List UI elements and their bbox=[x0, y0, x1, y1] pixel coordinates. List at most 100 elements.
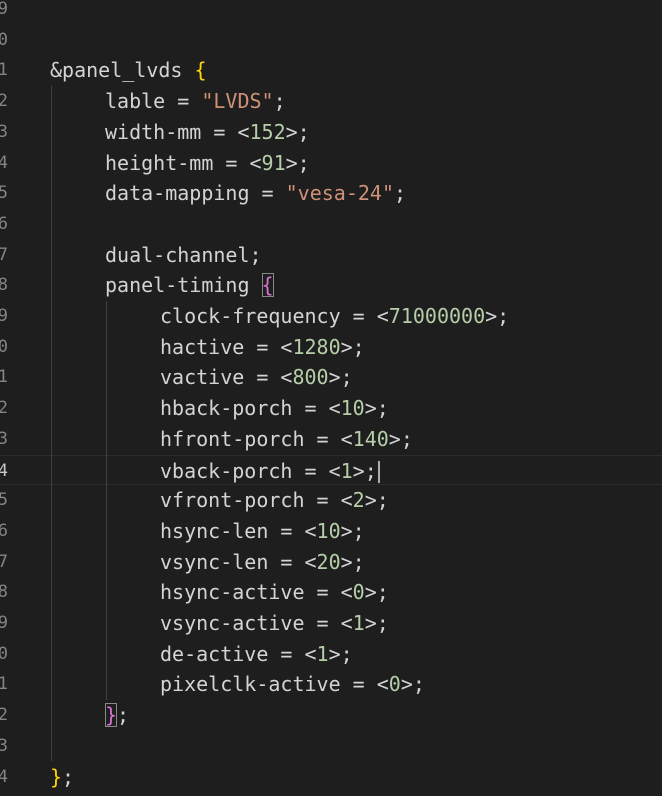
code-text: panel-timing { bbox=[105, 270, 274, 301]
code-token: 10 bbox=[340, 396, 365, 421]
code-token: hsync-active = < bbox=[160, 580, 353, 605]
code-token: 91 bbox=[261, 150, 286, 175]
code-text: pixelclk-active = <0>; bbox=[160, 669, 425, 700]
line-number: 6 bbox=[0, 520, 8, 541]
line-number: 8 bbox=[0, 582, 8, 603]
code-text: }; bbox=[50, 762, 74, 793]
code-token: >; bbox=[285, 150, 310, 175]
line-number: 3 bbox=[0, 428, 8, 449]
code-line[interactable]: 5 vfront-porch = <2>; bbox=[0, 485, 662, 516]
code-editor[interactable]: 9 0 1 &panel_lvds { 2 lable = "LVDS"; 3 width-m… bbox=[0, 0, 662, 796]
code-token: 20 bbox=[316, 549, 341, 574]
code-line[interactable]: 1 vactive = <800>; bbox=[0, 362, 662, 393]
code-token: ; bbox=[394, 181, 407, 206]
code-text: vsync-active = <1>; bbox=[160, 608, 389, 639]
code-token: >; bbox=[352, 458, 377, 483]
code-line[interactable]: 6 hsync-len = <10>; bbox=[0, 516, 662, 547]
code-token: 140 bbox=[352, 426, 389, 451]
code-token: 1 bbox=[352, 611, 365, 635]
code-token: >; bbox=[285, 119, 310, 144]
code-line[interactable]: 4}; bbox=[0, 762, 662, 793]
code-text: }; bbox=[105, 700, 129, 731]
code-line[interactable]: 1 pixelclk-active = <0>; bbox=[0, 669, 662, 700]
code-token: 152 bbox=[249, 119, 286, 144]
line-number: 0 bbox=[0, 336, 8, 357]
code-line[interactable]: 2}; bbox=[0, 700, 662, 731]
code-line[interactable]: 1 &panel_lvds { bbox=[0, 55, 662, 86]
code-token: vfront-porch = < bbox=[160, 488, 353, 513]
code-token: hsync-len = < bbox=[160, 518, 317, 543]
code-token: { bbox=[194, 58, 207, 83]
code-text: lable = "LVDS"; bbox=[105, 86, 286, 117]
code-token: height-mm = < bbox=[105, 150, 262, 175]
code-token: >; bbox=[340, 334, 365, 359]
line-number: 7 bbox=[0, 551, 8, 572]
code-line[interactable]: 5 data-mapping = "vesa-24"; bbox=[0, 178, 662, 209]
code-token: lable = bbox=[105, 89, 202, 114]
code-token: >; bbox=[328, 641, 353, 666]
code-text: dual-channel; bbox=[105, 240, 262, 271]
code-text: data-mapping = "vesa-24"; bbox=[105, 178, 406, 209]
code-line[interactable]: 2 hback-porch = <10>; bbox=[0, 393, 662, 424]
code-line[interactable]: 9 vsync-active = <1>; bbox=[0, 608, 662, 639]
line-number: 9 bbox=[0, 613, 8, 633]
code-token: panel-timing bbox=[105, 273, 262, 298]
code-text: hsync-active = <0>; bbox=[160, 577, 389, 608]
code-token: de-active = < bbox=[160, 641, 317, 666]
line-number: 3 bbox=[0, 121, 8, 142]
code-line[interactable]: 3 bbox=[0, 731, 662, 762]
code-line[interactable]: 2 lable = "LVDS"; bbox=[0, 86, 662, 117]
code-text: vback-porch = <1>; bbox=[160, 456, 380, 487]
line-number: 2 bbox=[0, 91, 8, 112]
code-token: ; bbox=[117, 703, 130, 728]
line-number: 0 bbox=[0, 29, 8, 50]
code-text: &panel_lvds { bbox=[50, 55, 207, 86]
code-token: >; bbox=[340, 518, 365, 543]
code-token: >; bbox=[328, 365, 353, 390]
code-line[interactable]: 9 bbox=[0, 0, 662, 25]
line-number: 3 bbox=[0, 735, 8, 756]
code-line[interactable]: 8 hsync-active = <0>; bbox=[0, 577, 662, 608]
code-line[interactable]: 7 dual-channel; bbox=[0, 240, 662, 271]
code-line[interactable]: 3 hfront-porch = <140>; bbox=[0, 424, 662, 455]
code-line[interactable]: 9 clock-frequency = <71000000>; bbox=[0, 301, 662, 332]
code-text: hactive = <1280>; bbox=[160, 332, 365, 363]
line-number: 1 bbox=[0, 60, 8, 81]
code-token: >; bbox=[364, 611, 389, 635]
code-line[interactable]: 6 bbox=[0, 209, 662, 240]
code-line[interactable]: 4 height-mm = <91>; bbox=[0, 148, 662, 179]
code-token: clock-frequency = < bbox=[160, 304, 389, 328]
indent-guide bbox=[106, 301, 107, 701]
code-token: ; bbox=[62, 764, 75, 789]
code-token: } bbox=[50, 764, 63, 789]
code-token: 1280 bbox=[292, 334, 341, 359]
code-token: ; bbox=[273, 89, 286, 114]
line-number: 4 bbox=[0, 766, 8, 787]
code-token: hfront-porch = < bbox=[160, 426, 353, 451]
code-line[interactable]: 0 de-active = <1>; bbox=[0, 639, 662, 670]
code-token: vsync-len = < bbox=[160, 549, 317, 574]
code-text: de-active = <1>; bbox=[160, 639, 353, 670]
code-line[interactable]: 4 vback-porch = <1>; bbox=[0, 454, 662, 487]
matched-bracket: } bbox=[105, 703, 118, 728]
code-line[interactable]: 3 width-mm = <152>; bbox=[0, 117, 662, 148]
line-number: 9 bbox=[0, 0, 8, 19]
code-line[interactable]: 8 panel-timing { bbox=[0, 270, 662, 301]
code-line[interactable]: 0 bbox=[0, 25, 662, 56]
code-line[interactable]: 7 vsync-len = <20>; bbox=[0, 547, 662, 578]
code-token: pixelclk-active = < bbox=[160, 672, 389, 697]
code-text: hback-porch = <10>; bbox=[160, 393, 389, 424]
line-number: 5 bbox=[0, 490, 8, 511]
line-number: 2 bbox=[0, 398, 8, 419]
code-token: hback-porch = < bbox=[160, 396, 341, 421]
code-text: vsync-len = <20>; bbox=[160, 547, 365, 578]
code-token: 1 bbox=[340, 458, 353, 483]
code-text: clock-frequency = <71000000>; bbox=[160, 301, 509, 332]
code-line[interactable]: 0 hactive = <1280>; bbox=[0, 332, 662, 363]
text-cursor bbox=[377, 461, 380, 483]
code-text: width-mm = <152>; bbox=[105, 117, 310, 148]
code-text: hfront-porch = <140>; bbox=[160, 424, 413, 455]
code-token: >; bbox=[388, 426, 413, 451]
line-number: 4 bbox=[0, 460, 8, 481]
code-token: dual-channel; bbox=[105, 242, 262, 267]
